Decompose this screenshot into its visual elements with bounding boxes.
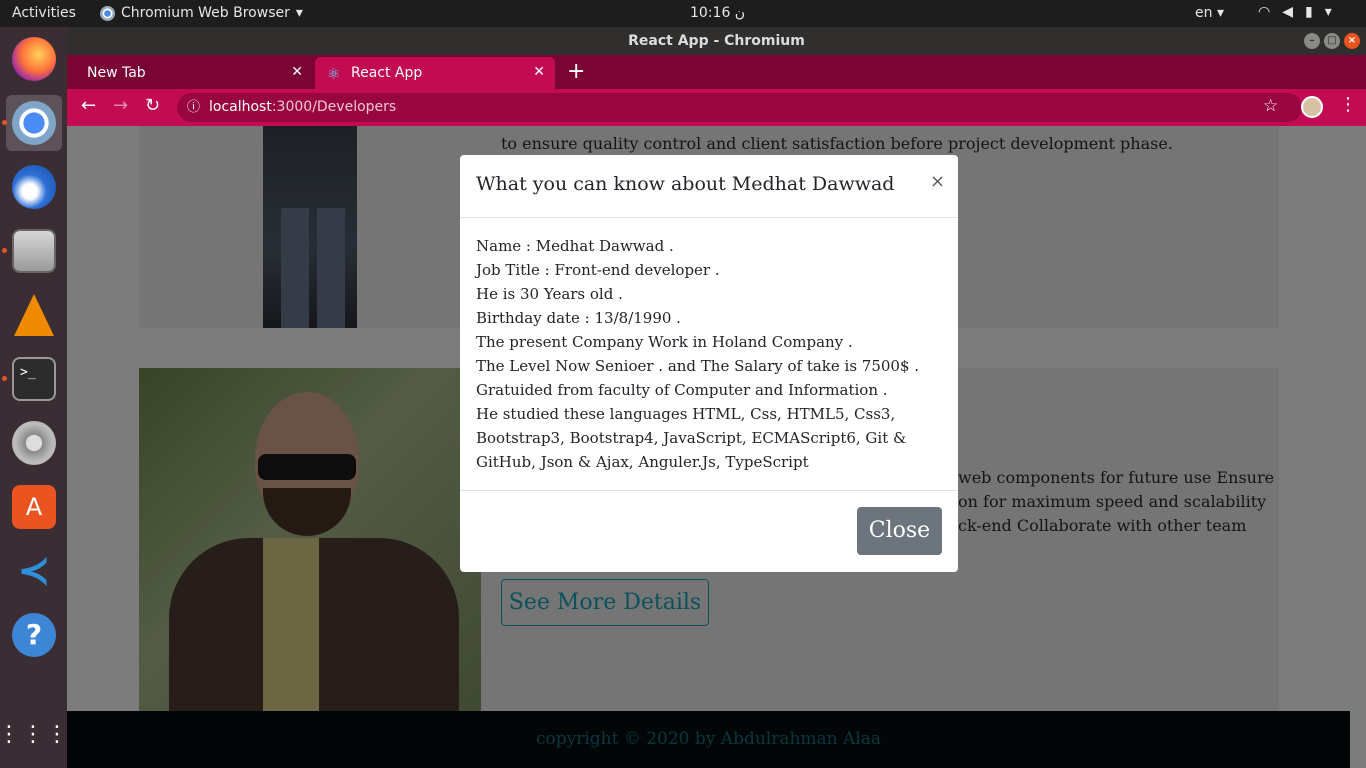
profile-avatar[interactable]: [1301, 96, 1323, 118]
language-indicator[interactable]: en ▾: [1195, 5, 1224, 21]
chevron-down-icon: ▾: [1324, 4, 1332, 20]
battery-icon: ▮: [1305, 4, 1313, 20]
thunderbird-icon: [12, 165, 56, 209]
modal-footer: Close: [460, 490, 958, 572]
window-titlebar[interactable]: React App - Chromium – □ ×: [67, 27, 1366, 55]
developer-info-modal: What you can know about Medhat Dawwad × …: [460, 155, 958, 572]
language-label: en: [1195, 5, 1213, 21]
dock-vlc[interactable]: [6, 287, 62, 343]
settings-icon: [12, 421, 56, 465]
modal-line: Name : Medhat Dawwad .: [476, 237, 674, 255]
site-info-icon[interactable]: ⓘ: [187, 93, 200, 122]
dock-terminal[interactable]: >_: [6, 351, 62, 407]
tab-react-app[interactable]: ⚛ React App ✕: [315, 57, 555, 89]
clock[interactable]: 10:16 ن: [690, 5, 745, 21]
browser-window: React App - Chromium – □ × New Tab ✕ ⚛ R…: [67, 27, 1366, 768]
tab-label: React App: [351, 65, 423, 81]
chevron-down-icon: ▾: [295, 5, 303, 21]
vlc-icon: [14, 294, 54, 336]
software-icon: A: [12, 485, 56, 529]
reload-icon[interactable]: ↻: [145, 95, 160, 116]
volume-icon: ◀: [1282, 4, 1293, 20]
address-bar[interactable]: ⓘ localhost:3000/Developers: [177, 93, 1302, 122]
close-tab-icon[interactable]: ✕: [533, 64, 545, 80]
modal-line: Gratuided from faculty of Computer and I…: [476, 381, 888, 399]
modal-line: Job Title : Front-end developer .: [476, 261, 720, 279]
url-host: localhost: [209, 99, 272, 115]
terminal-icon: >_: [12, 357, 56, 401]
files-icon: [12, 229, 56, 273]
apps-grid-icon: ⋮⋮⋮: [0, 722, 70, 747]
wifi-icon: ◠: [1258, 4, 1271, 20]
modal-line: He is 30 Years old .: [476, 285, 623, 303]
dock-help[interactable]: ?: [6, 607, 62, 663]
tab-label: New Tab: [87, 65, 146, 81]
close-window-button[interactable]: ×: [1344, 33, 1360, 49]
new-tab-button[interactable]: +: [567, 59, 585, 84]
react-icon: ⚛: [327, 65, 341, 83]
chromium-icon: [100, 5, 115, 21]
modal-header: What you can know about Medhat Dawwad ×: [460, 155, 958, 218]
vscode-icon: ≺: [17, 548, 51, 594]
modal-line: GitHub, Json & Ajax, Anguler.Js, TypeScr…: [476, 453, 809, 471]
minimize-button[interactable]: –: [1304, 33, 1320, 49]
menu-kebab-icon[interactable]: ⋮: [1339, 94, 1357, 115]
dock-software[interactable]: A: [6, 479, 62, 535]
modal-line: The Level Now Senioer . and The Salary o…: [476, 357, 920, 375]
tab-new-tab[interactable]: New Tab ✕: [67, 57, 313, 89]
url-path: :3000/Developers: [271, 99, 397, 115]
system-tray[interactable]: ◠ ◀ ▮ ▾: [1258, 4, 1332, 20]
close-button[interactable]: Close: [857, 507, 942, 555]
dock-firefox[interactable]: [6, 31, 62, 87]
back-icon[interactable]: ←: [81, 95, 96, 116]
modal-body: Name : Medhat Dawwad . Job Title : Front…: [476, 234, 942, 474]
firefox-icon: [12, 37, 56, 81]
dock: >_ A ≺ ? ⋮⋮⋮: [0, 27, 68, 768]
dock-thunderbird[interactable]: [6, 159, 62, 215]
maximize-button[interactable]: □: [1324, 33, 1340, 49]
forward-icon[interactable]: →: [113, 95, 128, 116]
help-icon: ?: [12, 613, 56, 657]
window-title: React App - Chromium: [628, 33, 805, 49]
bookmark-star-icon[interactable]: ☆: [1263, 96, 1278, 116]
close-tab-icon[interactable]: ✕: [291, 64, 303, 80]
modal-close-icon[interactable]: ×: [930, 171, 945, 192]
activities-button[interactable]: Activities: [12, 5, 76, 21]
modal-line: The present Company Work in Holand Compa…: [476, 333, 853, 351]
modal-line: Bootstrap3, Bootstrap4, JavaScript, ECMA…: [476, 429, 907, 447]
tab-strip: New Tab ✕ ⚛ React App ✕ +: [67, 55, 1366, 89]
dock-vscode[interactable]: ≺: [6, 543, 62, 599]
dock-show-apps[interactable]: ⋮⋮⋮: [0, 707, 68, 763]
app-menu[interactable]: Chromium Web Browser ▾: [100, 5, 303, 21]
modal-title: What you can know about Medhat Dawwad: [476, 173, 895, 195]
gnome-top-bar: Activities Chromium Web Browser ▾ 10:16 …: [0, 0, 1366, 27]
page-viewport: to ensure quality control and client sat…: [67, 126, 1366, 768]
chromium-icon: [12, 101, 56, 145]
app-menu-label: Chromium Web Browser: [121, 5, 290, 21]
dock-settings[interactable]: [6, 415, 62, 471]
modal-line: He studied these languages HTML, Css, HT…: [476, 405, 896, 423]
browser-toolbar: ← → ↻ ⓘ localhost:3000/Developers ☆ ⋮: [67, 89, 1366, 126]
dock-chromium[interactable]: [6, 95, 62, 151]
dock-files[interactable]: [6, 223, 62, 279]
modal-line: Birthday date : 13/8/1990 .: [476, 309, 681, 327]
